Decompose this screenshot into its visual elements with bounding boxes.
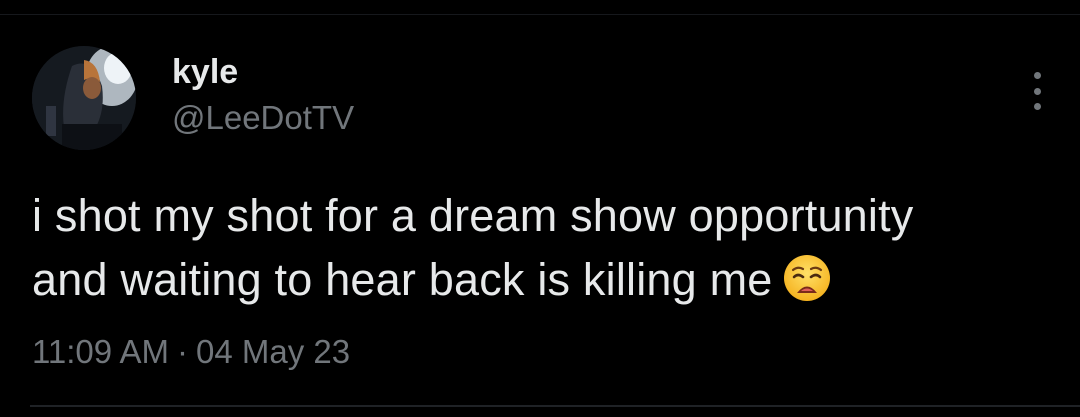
- more-dot-icon: [1033, 87, 1041, 95]
- top-divider: [0, 14, 1080, 15]
- weary-face-icon: [784, 255, 831, 301]
- more-dot-icon: [1033, 103, 1041, 110]
- more-dot-icon: [1033, 72, 1041, 79]
- author-block: kyle @LeeDotTV: [172, 52, 354, 138]
- avatar[interactable]: [32, 46, 136, 150]
- bottom-divider: [30, 405, 1080, 407]
- avatar-photo-icon: [32, 46, 136, 150]
- tweet-time: 11:09 AM: [32, 333, 169, 370]
- tweet-text-line: i shot my shot for a dream show opportun…: [32, 190, 914, 241]
- tweet-header: kyle @LeeDotTV: [32, 46, 1052, 150]
- more-options-button[interactable]: [1022, 68, 1052, 114]
- tweet-text-line: and waiting to hear back is killing me: [32, 254, 773, 305]
- tweet-timestamp[interactable]: 11:09 AM · 04 May 23: [32, 330, 350, 374]
- tweet-date: 04 May 23: [195, 333, 351, 370]
- tweet-text: i shot my shot for a dream show opportun…: [32, 184, 1062, 312]
- tweet-text-line-with-emoji: and waiting to hear back is killing me: [32, 248, 1062, 312]
- handle[interactable]: @LeeDotTV: [172, 98, 354, 138]
- timestamp-separator: ·: [176, 333, 188, 370]
- display-name[interactable]: kyle: [172, 52, 354, 92]
